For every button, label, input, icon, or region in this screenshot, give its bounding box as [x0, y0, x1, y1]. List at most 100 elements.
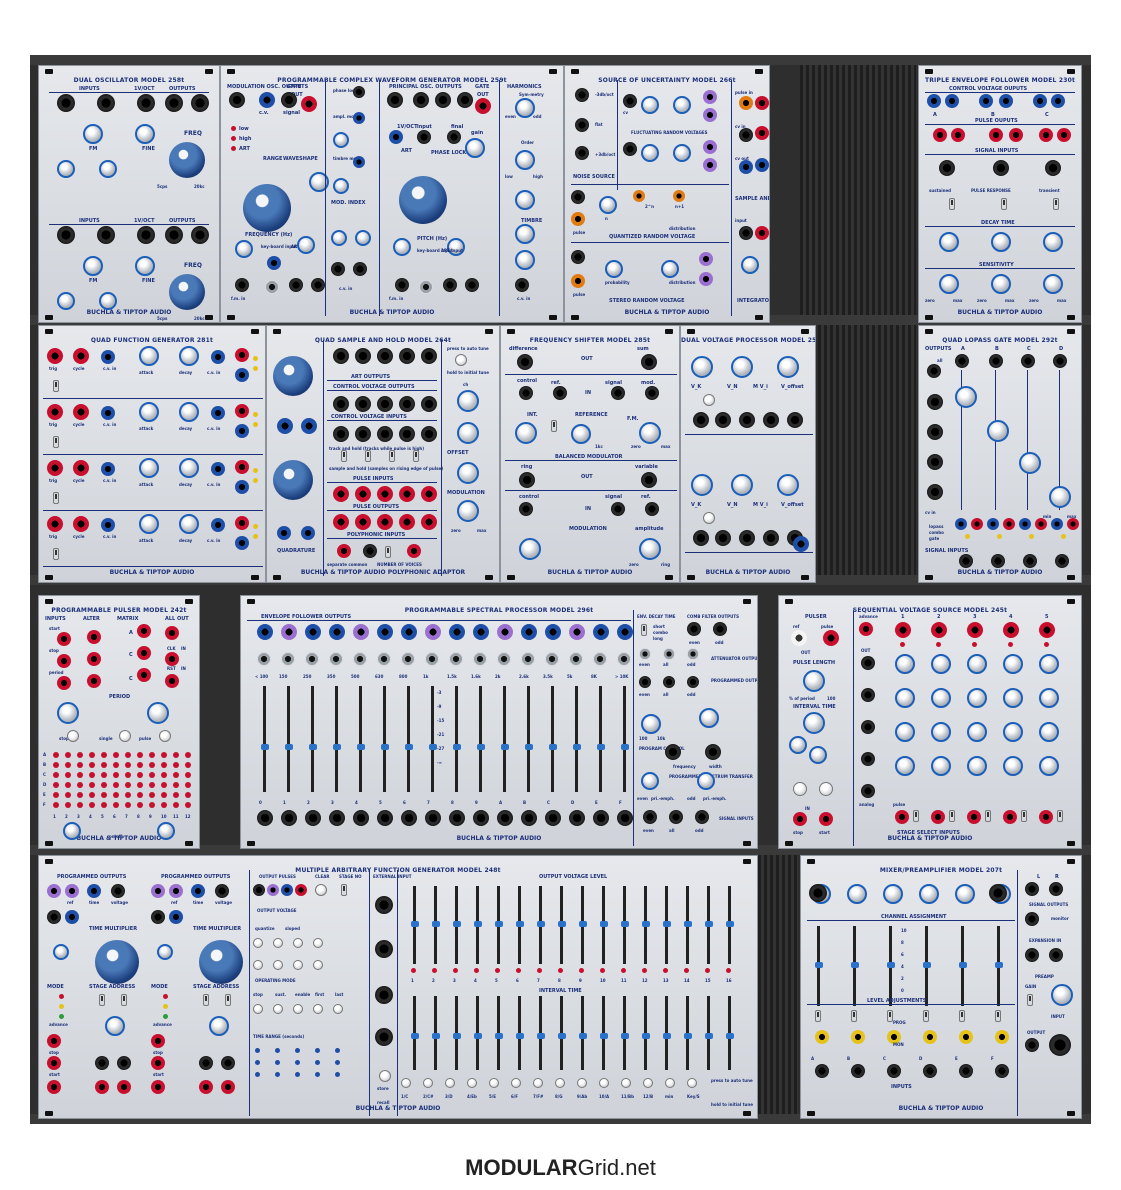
patch-jack[interactable] [931, 622, 947, 638]
patch-jack[interactable] [1039, 128, 1053, 142]
push-button[interactable] [577, 1078, 587, 1088]
rotary-knob[interactable] [519, 538, 541, 560]
patch-jack[interactable] [399, 514, 415, 530]
patch-jack[interactable] [1021, 354, 1035, 368]
patch-jack[interactable] [235, 516, 249, 530]
patch-jack[interactable] [387, 92, 403, 108]
patch-jack[interactable] [57, 94, 75, 112]
fader-cap[interactable] [452, 1033, 461, 1039]
patch-jack[interactable] [1045, 160, 1061, 176]
push-button[interactable] [273, 960, 283, 970]
patch-jack[interactable] [521, 810, 537, 826]
matrix-button[interactable] [173, 802, 179, 808]
matrix-button[interactable] [149, 762, 155, 768]
matrix-button[interactable] [53, 802, 59, 808]
patch-jack[interactable] [995, 1030, 1009, 1044]
rotary-knob[interactable] [641, 96, 659, 114]
rotary-knob[interactable] [515, 150, 535, 170]
matrix-button[interactable] [149, 772, 155, 778]
toggle-switch[interactable] [203, 994, 209, 1006]
fader[interactable] [359, 686, 362, 792]
matrix-button[interactable] [137, 762, 143, 768]
push-button[interactable] [119, 730, 131, 742]
push-button[interactable] [293, 938, 303, 948]
rotary-knob[interactable] [967, 688, 987, 708]
matrix-button[interactable] [113, 752, 119, 758]
fader-cap[interactable] [332, 744, 341, 751]
patch-jack[interactable] [611, 502, 625, 516]
push-button[interactable] [253, 1004, 263, 1014]
patch-jack[interactable] [545, 810, 561, 826]
patch-jack[interactable] [329, 810, 345, 826]
fader-cap[interactable] [578, 921, 587, 928]
rotary-knob[interactable] [515, 190, 535, 210]
matrix-button[interactable] [77, 772, 83, 778]
rotary-knob[interactable] [939, 232, 959, 252]
patch-jack[interactable] [945, 94, 959, 108]
patch-jack[interactable] [101, 406, 115, 420]
push-button[interactable] [315, 884, 327, 896]
push-button[interactable] [423, 1078, 433, 1088]
rotary-knob[interactable] [809, 746, 827, 764]
fader-cap[interactable] [410, 921, 419, 928]
fader-cap[interactable] [260, 744, 269, 751]
rotary-knob[interactable] [1039, 722, 1059, 742]
patch-jack[interactable] [923, 1030, 937, 1044]
patch-jack[interactable] [1025, 912, 1039, 926]
patch-jack[interactable] [221, 1056, 235, 1070]
patch-jack[interactable] [967, 810, 981, 824]
toggle-switch[interactable] [949, 810, 955, 822]
patch-jack[interactable] [267, 884, 279, 896]
matrix-button[interactable] [101, 772, 107, 778]
matrix-button[interactable] [65, 772, 71, 778]
patch-jack[interactable] [739, 530, 755, 546]
rotary-knob[interactable] [157, 822, 175, 840]
fader-cap[interactable] [662, 1033, 671, 1039]
patch-jack[interactable] [165, 652, 179, 666]
push-button[interactable] [687, 1078, 697, 1088]
patch-jack[interactable] [927, 364, 941, 378]
push-button[interactable] [293, 1004, 303, 1014]
rotary-knob[interactable] [457, 500, 479, 522]
fader-cap[interactable] [683, 921, 692, 928]
patch-jack[interactable] [353, 624, 369, 640]
patch-jack[interactable] [851, 1030, 865, 1044]
patch-jack[interactable] [959, 554, 973, 568]
toggle-switch[interactable] [413, 450, 419, 462]
fader-cap[interactable] [515, 921, 524, 928]
patch-jack[interactable] [295, 884, 307, 896]
rotary-knob[interactable] [991, 232, 1011, 252]
patch-jack[interactable] [755, 126, 769, 140]
patch-jack[interactable] [305, 652, 319, 666]
fader[interactable] [599, 686, 602, 792]
rotary-knob[interactable] [179, 514, 199, 534]
patch-jack[interactable] [669, 810, 683, 824]
patch-jack[interactable] [593, 624, 609, 640]
patch-jack[interactable] [235, 348, 249, 362]
push-button[interactable] [313, 1004, 323, 1014]
patch-jack[interactable] [623, 94, 637, 108]
matrix-button[interactable] [53, 762, 59, 768]
patch-jack[interactable] [199, 1080, 213, 1094]
patch-jack[interactable] [355, 426, 371, 442]
patch-jack[interactable] [375, 896, 393, 914]
rotary-knob[interactable] [1043, 274, 1063, 294]
matrix-button[interactable] [161, 772, 167, 778]
patch-jack[interactable] [545, 624, 561, 640]
patch-jack[interactable] [353, 86, 365, 98]
push-button[interactable] [333, 1004, 343, 1014]
patch-jack[interactable] [739, 226, 753, 240]
patch-jack[interactable] [199, 1056, 213, 1070]
patch-jack[interactable] [333, 514, 349, 530]
matrix-button[interactable] [77, 762, 83, 768]
fader[interactable] [479, 686, 482, 792]
fader-cap[interactable] [572, 744, 581, 751]
patch-jack[interactable] [289, 278, 303, 292]
patch-jack[interactable] [395, 278, 409, 292]
toggle-switch[interactable] [995, 1010, 1001, 1022]
fader-cap[interactable] [428, 744, 437, 751]
rotary-knob[interactable] [57, 160, 75, 178]
patch-jack[interactable] [419, 280, 433, 294]
rotary-knob[interactable] [99, 160, 117, 178]
push-button[interactable] [467, 1078, 477, 1088]
